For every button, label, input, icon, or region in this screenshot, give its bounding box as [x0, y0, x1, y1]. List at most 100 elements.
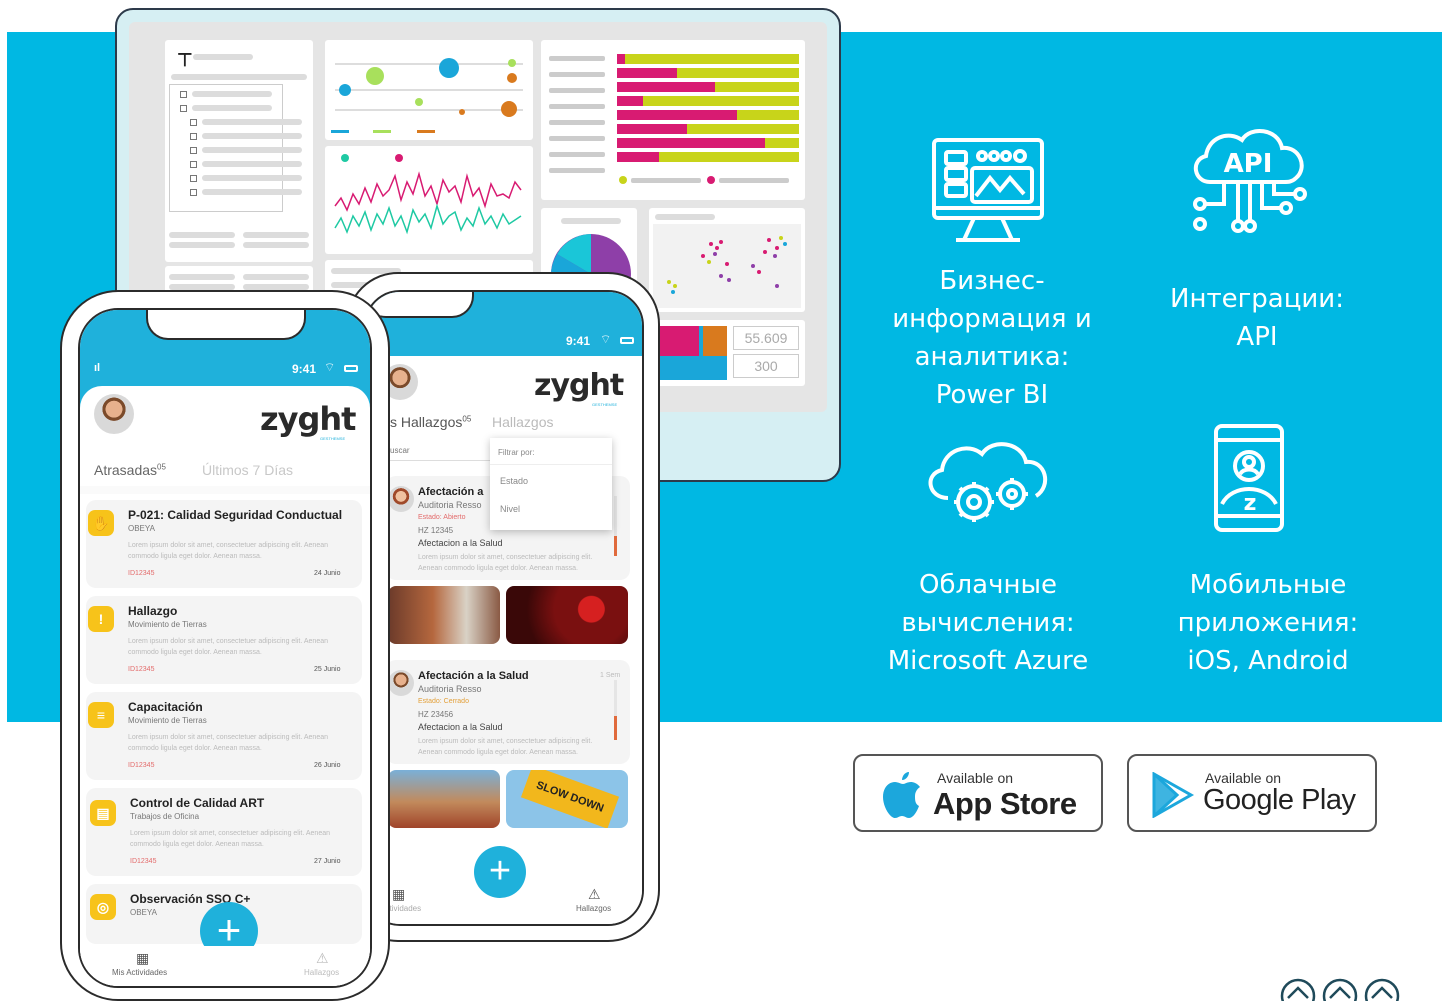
- card-date: 24 Junio: [314, 570, 341, 577]
- card-detail: Afectacion a la Salud: [418, 538, 503, 548]
- card-title: P-021: Calidad Seguridad Conductual: [128, 508, 343, 522]
- avatar: [388, 670, 414, 696]
- google-play-icon: [1151, 771, 1195, 823]
- phone-back-screen: 9:41 ⌔ zyght GESTHEMSE s Hallazgos05 Hal…: [364, 290, 644, 926]
- card-description: Lorem ipsum dolor sit amet, consectetuer…: [418, 738, 593, 756]
- filter-label: Filtrar por:: [498, 448, 535, 457]
- kpi-value-2: 300: [733, 354, 799, 378]
- status-badge: Estado: Abierto: [418, 514, 466, 521]
- monitor-analytics-icon: [930, 136, 1046, 251]
- chat-icon: ≡: [88, 702, 114, 728]
- card-sub: OBEYA: [128, 524, 155, 533]
- phone-front-body: zyght GESTHEMSE Atrasadas05 Últimos 7 Dí…: [80, 386, 370, 986]
- phone-front-notch: [146, 310, 306, 340]
- card-date: 26 Junio: [314, 762, 341, 769]
- tab-ultimos-7-dias[interactable]: Últimos 7 Días: [202, 462, 293, 478]
- progress-fill: [614, 536, 617, 556]
- signal-icon: ıl: [94, 362, 101, 374]
- kpi-panel: 55.609 300: [649, 320, 805, 386]
- filter-dropdown[interactable]: Filtrar por: Estado Nivel: [490, 438, 612, 530]
- card-description: Lorem ipsum dolor sit amet, consectetuer…: [128, 638, 328, 656]
- phone-front: ıl 9:41 ⌔ zyght GESTHEMSE Atrasadas05 Úl…: [60, 290, 390, 1001]
- card-detail: Afectacion a la Salud: [418, 722, 503, 732]
- status-badge: Estado: Cerrado: [418, 698, 469, 705]
- stacked-bar-chart: [549, 54, 799, 184]
- card-title: Hallazgo: [128, 604, 178, 618]
- finding-card[interactable]: Afectación a la Salud 1 Sem Auditoria Re…: [386, 660, 630, 764]
- card-id: ID12345: [130, 858, 157, 865]
- photo-construction: [388, 770, 500, 828]
- nav-mis-actividades[interactable]: Mis Actividades: [112, 968, 167, 977]
- feature-api-label: Интеграции: API: [1170, 284, 1344, 352]
- phone-back-notch: [366, 292, 474, 318]
- api-icon-text: API: [1224, 149, 1273, 179]
- add-button[interactable]: +: [474, 846, 526, 898]
- target-icon: ◎: [90, 894, 116, 920]
- feature-api: Интеграции: API: [1148, 280, 1366, 356]
- wifi-icon: ⌔: [600, 332, 612, 346]
- stacked-bar-panel: [541, 40, 805, 200]
- app-store-big: App Store: [933, 786, 1077, 821]
- warning-icon[interactable]: ⚠: [316, 950, 329, 967]
- tab-count: 05: [157, 462, 166, 472]
- card-sub: OBEYA: [130, 908, 157, 917]
- feature-powerbi-label: Бизнес- информация и аналитика: Power BI: [892, 266, 1092, 410]
- activity-card[interactable]: ▤ Control de Calidad ART Trabajos de Ofi…: [86, 788, 362, 876]
- tab-count: 05: [462, 414, 472, 424]
- phone-back-body: zyght GESTHEMSE s Hallazgos05 Hallazgos …: [366, 356, 642, 924]
- promo-stage: ⊤ 55.609 300 Бизнес- информация и аналит…: [0, 0, 1442, 1001]
- zyght-logo-sub: GESTHEMSE: [320, 436, 346, 441]
- hand-icon: ✋: [88, 510, 114, 536]
- filter-option-nivel[interactable]: Nivel: [500, 504, 520, 514]
- card-sub: Movimiento de Tierras: [128, 620, 207, 629]
- tab-label: s Hallazgos: [390, 414, 463, 430]
- activity-card[interactable]: ≡ Capacitación Movimiento de Tierras Lor…: [86, 692, 362, 780]
- phone-front-time: 9:41: [292, 362, 317, 376]
- filter-icon: ⊤: [177, 50, 193, 70]
- filter-option-estado[interactable]: Estado: [500, 476, 528, 486]
- calendar-icon[interactable]: ▦: [136, 950, 149, 967]
- photo-warehouse: [388, 586, 500, 644]
- feature-azure-label: Облачные вычисления: Microsoft Azure: [887, 570, 1089, 676]
- zyght-logo: zyght: [260, 400, 356, 438]
- line-chart-panel: [325, 146, 533, 254]
- tab-atrasadas[interactable]: Atrasadas05: [94, 462, 166, 478]
- nav-hallazgos[interactable]: Hallazgos: [304, 968, 339, 977]
- card-id: ID12345: [128, 762, 155, 769]
- hz-code: HZ 12345: [418, 526, 454, 535]
- divider: [80, 486, 370, 494]
- card-sub: Auditoria Resso: [418, 684, 482, 694]
- card-date: 25 Junio: [314, 666, 341, 673]
- tree-panel: ⊤: [165, 40, 313, 262]
- card-description: Lorem ipsum dolor sit amet, consectetuer…: [418, 554, 593, 572]
- card-description: Lorem ipsum dolor sit amet, consectetuer…: [128, 734, 328, 752]
- wifi-icon: ⌔: [324, 360, 336, 374]
- card-title: Afectación a la Salud: [418, 670, 529, 682]
- nav-hallazgos[interactable]: Hallazgos: [576, 904, 611, 913]
- zyght-logo: zyght: [534, 368, 624, 403]
- activity-card[interactable]: ✋ P-021: Calidad Seguridad Conductual OB…: [86, 500, 362, 588]
- app-store-badge[interactable]: Available on App Store: [853, 754, 1103, 832]
- divider: [490, 464, 612, 465]
- warning-icon[interactable]: ⚠: [588, 886, 601, 903]
- apple-icon: [881, 770, 923, 825]
- app-store-small: Available on: [937, 770, 1014, 786]
- kpi-value-1: 55.609: [733, 326, 799, 350]
- bubble-chart-panel: [325, 40, 533, 140]
- feature-azure: Облачные вычисления: Microsoft Azure: [866, 566, 1110, 680]
- tree-list: [169, 84, 302, 212]
- tab-hallazgos-mis[interactable]: s Hallazgos05: [390, 414, 471, 430]
- scatter-chart: [653, 224, 801, 308]
- photo-extinguisher: [506, 586, 628, 644]
- search-input[interactable]: uscar: [390, 446, 410, 455]
- mobile-app-icon: z: [1212, 422, 1288, 539]
- avatar: [94, 394, 134, 434]
- card-title: Afectación a: [418, 486, 484, 498]
- activity-card[interactable]: ! Hallazgo Movimiento de Tierras Lorem i…: [86, 596, 362, 684]
- cloud-gears-icon: [922, 438, 1054, 535]
- avatar: [388, 486, 414, 512]
- feature-powerbi: Бизнес- информация и аналитика: Power BI: [876, 262, 1108, 414]
- google-play-badge[interactable]: Available on Google Play: [1127, 754, 1377, 832]
- calendar-icon[interactable]: ▦: [392, 886, 405, 903]
- tab-hallazgos[interactable]: Hallazgos: [492, 414, 553, 430]
